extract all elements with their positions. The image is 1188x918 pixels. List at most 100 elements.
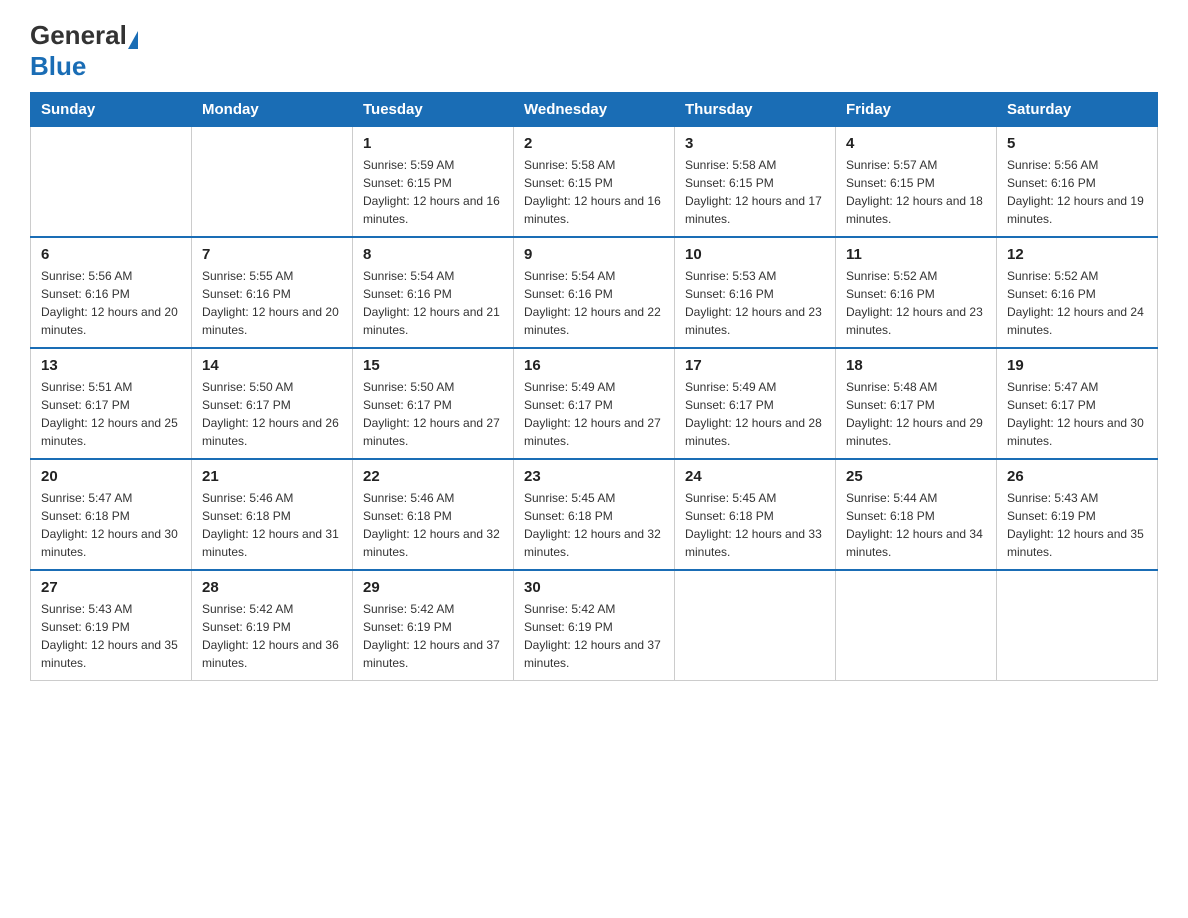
sun-info: Sunrise: 5:48 AMSunset: 6:17 PMDaylight:… — [846, 378, 986, 450]
calendar-cell: 13 Sunrise: 5:51 AMSunset: 6:17 PMDayligh… — [31, 348, 192, 459]
sun-info: Sunrise: 5:58 AMSunset: 6:15 PMDaylight:… — [524, 156, 664, 228]
day-number: 10 — [685, 246, 825, 263]
calendar-table: SundayMondayTuesdayWednesdayThursdayFrid… — [30, 92, 1158, 681]
day-number: 3 — [685, 135, 825, 152]
calendar-cell: 11 Sunrise: 5:52 AMSunset: 6:16 PMDayligh… — [836, 237, 997, 348]
calendar-cell: 30 Sunrise: 5:42 AMSunset: 6:19 PMDayligh… — [514, 570, 675, 681]
day-number: 25 — [846, 468, 986, 485]
day-number: 12 — [1007, 246, 1147, 263]
day-number: 5 — [1007, 135, 1147, 152]
sun-info: Sunrise: 5:49 AMSunset: 6:17 PMDaylight:… — [685, 378, 825, 450]
calendar-cell — [31, 127, 192, 238]
sun-info: Sunrise: 5:45 AMSunset: 6:18 PMDaylight:… — [685, 489, 825, 561]
day-number: 28 — [202, 579, 342, 596]
sun-info: Sunrise: 5:42 AMSunset: 6:19 PMDaylight:… — [363, 600, 503, 672]
sun-info: Sunrise: 5:50 AMSunset: 6:17 PMDaylight:… — [363, 378, 503, 450]
logo-text: General Blue — [30, 20, 139, 82]
logo: General Blue — [30, 20, 139, 82]
day-number: 29 — [363, 579, 503, 596]
calendar-cell: 29 Sunrise: 5:42 AMSunset: 6:19 PMDayligh… — [353, 570, 514, 681]
sun-info: Sunrise: 5:59 AMSunset: 6:15 PMDaylight:… — [363, 156, 503, 228]
calendar-cell: 27 Sunrise: 5:43 AMSunset: 6:19 PMDayligh… — [31, 570, 192, 681]
calendar-cell: 14 Sunrise: 5:50 AMSunset: 6:17 PMDayligh… — [192, 348, 353, 459]
day-number: 8 — [363, 246, 503, 263]
calendar-cell: 28 Sunrise: 5:42 AMSunset: 6:19 PMDayligh… — [192, 570, 353, 681]
page-header: General Blue — [30, 20, 1158, 82]
sun-info: Sunrise: 5:51 AMSunset: 6:17 PMDaylight:… — [41, 378, 181, 450]
calendar-cell: 3 Sunrise: 5:58 AMSunset: 6:15 PMDaylight… — [675, 127, 836, 238]
calendar-cell: 9 Sunrise: 5:54 AMSunset: 6:16 PMDaylight… — [514, 237, 675, 348]
sun-info: Sunrise: 5:49 AMSunset: 6:17 PMDaylight:… — [524, 378, 664, 450]
day-number: 14 — [202, 357, 342, 374]
calendar-cell: 5 Sunrise: 5:56 AMSunset: 6:16 PMDaylight… — [997, 127, 1158, 238]
sun-info: Sunrise: 5:42 AMSunset: 6:19 PMDaylight:… — [524, 600, 664, 672]
calendar-cell: 1 Sunrise: 5:59 AMSunset: 6:15 PMDaylight… — [353, 127, 514, 238]
calendar-cell: 12Sunrise: 5:52 AMSunset: 6:16 PMDayligh… — [997, 237, 1158, 348]
sun-info: Sunrise: 5:50 AMSunset: 6:17 PMDaylight:… — [202, 378, 342, 450]
calendar-cell: 21 Sunrise: 5:46 AMSunset: 6:18 PMDayligh… — [192, 459, 353, 570]
col-header-sunday: Sunday — [31, 93, 192, 127]
calendar-cell — [675, 570, 836, 681]
calendar-cell — [997, 570, 1158, 681]
calendar-cell: 17 Sunrise: 5:49 AMSunset: 6:17 PMDayligh… — [675, 348, 836, 459]
col-header-tuesday: Tuesday — [353, 93, 514, 127]
calendar-week-row: 6 Sunrise: 5:56 AMSunset: 6:16 PMDaylight… — [31, 237, 1158, 348]
day-number: 11 — [846, 246, 986, 263]
calendar-cell — [192, 127, 353, 238]
calendar-cell: 4Sunrise: 5:57 AMSunset: 6:15 PMDaylight… — [836, 127, 997, 238]
day-number: 22 — [363, 468, 503, 485]
day-number: 2 — [524, 135, 664, 152]
day-number: 27 — [41, 579, 181, 596]
calendar-cell: 15 Sunrise: 5:50 AMSunset: 6:17 PMDayligh… — [353, 348, 514, 459]
day-number: 18 — [846, 357, 986, 374]
day-number: 13 — [41, 357, 181, 374]
sun-info: Sunrise: 5:46 AMSunset: 6:18 PMDaylight:… — [202, 489, 342, 561]
sun-info: Sunrise: 5:46 AMSunset: 6:18 PMDaylight:… — [363, 489, 503, 561]
sun-info: Sunrise: 5:47 AMSunset: 6:18 PMDaylight:… — [41, 489, 181, 561]
calendar-cell: 10 Sunrise: 5:53 AMSunset: 6:16 PMDayligh… — [675, 237, 836, 348]
day-number: 21 — [202, 468, 342, 485]
col-header-thursday: Thursday — [675, 93, 836, 127]
sun-info: Sunrise: 5:45 AMSunset: 6:18 PMDaylight:… — [524, 489, 664, 561]
calendar-cell: 8Sunrise: 5:54 AMSunset: 6:16 PMDaylight… — [353, 237, 514, 348]
calendar-cell: 16Sunrise: 5:49 AMSunset: 6:17 PMDayligh… — [514, 348, 675, 459]
day-number: 30 — [524, 579, 664, 596]
calendar-cell: 19Sunrise: 5:47 AMSunset: 6:17 PMDayligh… — [997, 348, 1158, 459]
calendar-cell: 23 Sunrise: 5:45 AMSunset: 6:18 PMDayligh… — [514, 459, 675, 570]
calendar-header-row: SundayMondayTuesdayWednesdayThursdayFrid… — [31, 93, 1158, 127]
day-number: 6 — [41, 246, 181, 263]
col-header-wednesday: Wednesday — [514, 93, 675, 127]
sun-info: Sunrise: 5:54 AMSunset: 6:16 PMDaylight:… — [524, 267, 664, 339]
sun-info: Sunrise: 5:53 AMSunset: 6:16 PMDaylight:… — [685, 267, 825, 339]
day-number: 9 — [524, 246, 664, 263]
sun-info: Sunrise: 5:44 AMSunset: 6:18 PMDaylight:… — [846, 489, 986, 561]
calendar-week-row: 13 Sunrise: 5:51 AMSunset: 6:17 PMDayligh… — [31, 348, 1158, 459]
sun-info: Sunrise: 5:52 AMSunset: 6:16 PMDaylight:… — [846, 267, 986, 339]
day-number: 15 — [363, 357, 503, 374]
sun-info: Sunrise: 5:43 AMSunset: 6:19 PMDaylight:… — [41, 600, 181, 672]
sun-info: Sunrise: 5:56 AMSunset: 6:16 PMDaylight:… — [1007, 156, 1147, 228]
col-header-saturday: Saturday — [997, 93, 1158, 127]
day-number: 24 — [685, 468, 825, 485]
calendar-cell: 22 Sunrise: 5:46 AMSunset: 6:18 PMDayligh… — [353, 459, 514, 570]
sun-info: Sunrise: 5:58 AMSunset: 6:15 PMDaylight:… — [685, 156, 825, 228]
calendar-cell: 7Sunrise: 5:55 AMSunset: 6:16 PMDaylight… — [192, 237, 353, 348]
day-number: 4 — [846, 135, 986, 152]
col-header-monday: Monday — [192, 93, 353, 127]
sun-info: Sunrise: 5:42 AMSunset: 6:19 PMDaylight:… — [202, 600, 342, 672]
day-number: 1 — [363, 135, 503, 152]
sun-info: Sunrise: 5:55 AMSunset: 6:16 PMDaylight:… — [202, 267, 342, 339]
sun-info: Sunrise: 5:56 AMSunset: 6:16 PMDaylight:… — [41, 267, 181, 339]
logo-triangle-icon — [128, 31, 138, 49]
calendar-week-row: 1 Sunrise: 5:59 AMSunset: 6:15 PMDaylight… — [31, 127, 1158, 238]
calendar-week-row: 27 Sunrise: 5:43 AMSunset: 6:19 PMDayligh… — [31, 570, 1158, 681]
sun-info: Sunrise: 5:43 AMSunset: 6:19 PMDaylight:… — [1007, 489, 1147, 561]
day-number: 23 — [524, 468, 664, 485]
col-header-friday: Friday — [836, 93, 997, 127]
day-number: 17 — [685, 357, 825, 374]
calendar-cell: 6 Sunrise: 5:56 AMSunset: 6:16 PMDaylight… — [31, 237, 192, 348]
calendar-cell: 24 Sunrise: 5:45 AMSunset: 6:18 PMDayligh… — [675, 459, 836, 570]
calendar-week-row: 20Sunrise: 5:47 AMSunset: 6:18 PMDayligh… — [31, 459, 1158, 570]
day-number: 19 — [1007, 357, 1147, 374]
calendar-cell: 20Sunrise: 5:47 AMSunset: 6:18 PMDayligh… — [31, 459, 192, 570]
